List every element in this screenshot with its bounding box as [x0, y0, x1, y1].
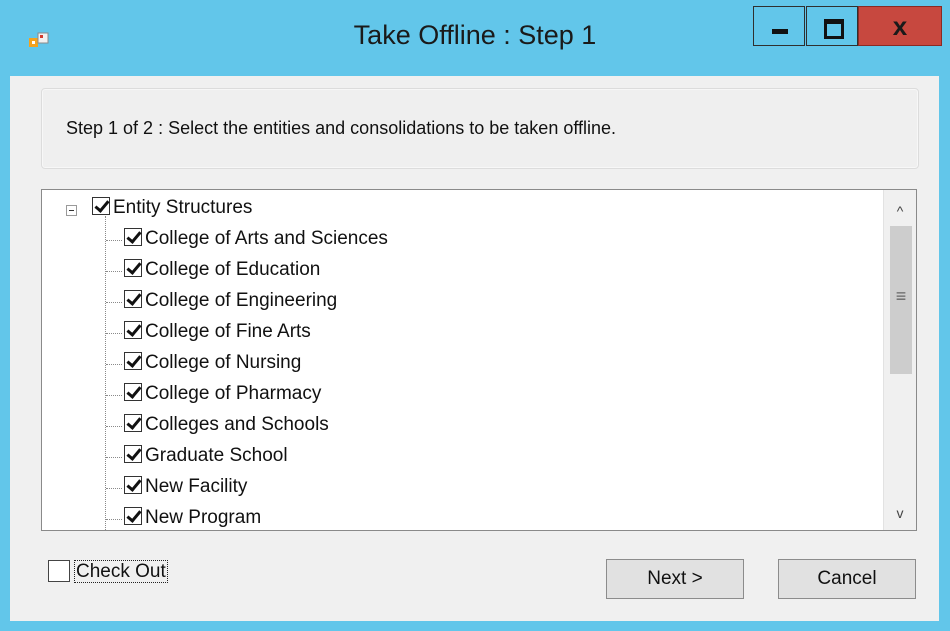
- tree-item-label: College of Arts and Sciences: [145, 228, 388, 249]
- checkout-option[interactable]: Check Out: [48, 560, 168, 588]
- step-instruction: Step 1 of 2 : Select the entities and co…: [66, 118, 617, 138]
- maximize-button[interactable]: [806, 6, 858, 46]
- tree-branch-line: [106, 426, 122, 427]
- tree-item-label: Colleges and Schools: [145, 414, 329, 435]
- instruction-panel: Step 1 of 2 : Select the entities and co…: [41, 88, 919, 169]
- minimize-button[interactable]: [753, 6, 805, 46]
- tree-item-label: College of Pharmacy: [145, 383, 322, 404]
- tree-item-arts-sciences[interactable]: College of Arts and Sciences: [124, 228, 388, 254]
- cancel-button[interactable]: Cancel: [778, 559, 916, 599]
- tree-branch-line: [106, 271, 122, 272]
- checkbox-pharmacy[interactable]: [124, 383, 142, 401]
- tree-root-label: Entity Structures: [113, 197, 253, 218]
- tree-item-label: New Facility: [145, 476, 248, 497]
- take-offline-window: Take Offline : Step 1 x Step 1 of 2 : Se…: [0, 0, 950, 631]
- checkbox-new-program[interactable]: [124, 507, 142, 525]
- tree-branch-line: [106, 395, 122, 396]
- tree-branch-line: [106, 302, 122, 303]
- dialog-body: Step 1 of 2 : Select the entities and co…: [10, 76, 939, 621]
- checkbox-engineering[interactable]: [124, 290, 142, 308]
- scroll-up-icon[interactable]: ^: [884, 196, 916, 226]
- checkbox-education[interactable]: [124, 259, 142, 277]
- grip-icon: ≡: [895, 286, 907, 306]
- tree-item-label: College of Education: [145, 259, 321, 280]
- scroll-thumb[interactable]: ≡: [890, 226, 912, 374]
- entity-tree[interactable]: Entity Structures College of Arts and Sc…: [41, 189, 917, 531]
- tree-branch-line: [106, 519, 122, 520]
- tree-item-label: College of Fine Arts: [145, 321, 311, 342]
- checkout-checkbox[interactable]: [48, 560, 70, 582]
- tree-item-graduate-school[interactable]: Graduate School: [124, 445, 288, 471]
- tree-item-new-program[interactable]: New Program: [124, 507, 262, 530]
- checkbox-entity-structures[interactable]: [92, 197, 110, 215]
- checkout-label[interactable]: Check Out: [74, 560, 168, 583]
- maximize-icon: [807, 7, 857, 45]
- title-bar[interactable]: Take Offline : Step 1 x: [0, 0, 950, 82]
- close-icon: x: [892, 11, 908, 41]
- tree-item-colleges-schools[interactable]: Colleges and Schools: [124, 414, 329, 440]
- close-button[interactable]: x: [858, 6, 942, 46]
- checkbox-arts-sciences[interactable]: [124, 228, 142, 246]
- checkbox-colleges-schools[interactable]: [124, 414, 142, 432]
- tree-branch-line: [106, 333, 122, 334]
- checkbox-nursing[interactable]: [124, 352, 142, 370]
- tree-scrollbar[interactable]: ^ ≡ v: [883, 190, 916, 530]
- tree-branch-line: [106, 457, 122, 458]
- tree-item-label: Graduate School: [145, 445, 288, 466]
- tree-branch-line: [106, 240, 122, 241]
- next-button[interactable]: Next >: [606, 559, 744, 599]
- tree-connector-line: [105, 216, 106, 530]
- checkbox-new-facility[interactable]: [124, 476, 142, 494]
- checkbox-graduate-school[interactable]: [124, 445, 142, 463]
- tree-item-education[interactable]: College of Education: [124, 259, 320, 285]
- tree-branch-line: [106, 488, 122, 489]
- tree-item-new-facility[interactable]: New Facility: [124, 476, 247, 502]
- tree-branch-line: [106, 364, 122, 365]
- checkbox-fine-arts[interactable]: [124, 321, 142, 339]
- scroll-down-icon[interactable]: v: [884, 498, 916, 528]
- tree-item-nursing[interactable]: College of Nursing: [124, 352, 301, 378]
- tree-item-label: New Program: [145, 507, 262, 528]
- minimize-icon: [754, 7, 804, 45]
- tree-item-engineering[interactable]: College of Engineering: [124, 290, 337, 316]
- tree-item-pharmacy[interactable]: College of Pharmacy: [124, 383, 321, 409]
- collapse-icon[interactable]: [66, 205, 77, 216]
- tree-item-label: College of Nursing: [145, 352, 302, 373]
- tree-item-fine-arts[interactable]: College of Fine Arts: [124, 321, 311, 347]
- tree-item-label: College of Engineering: [145, 290, 338, 311]
